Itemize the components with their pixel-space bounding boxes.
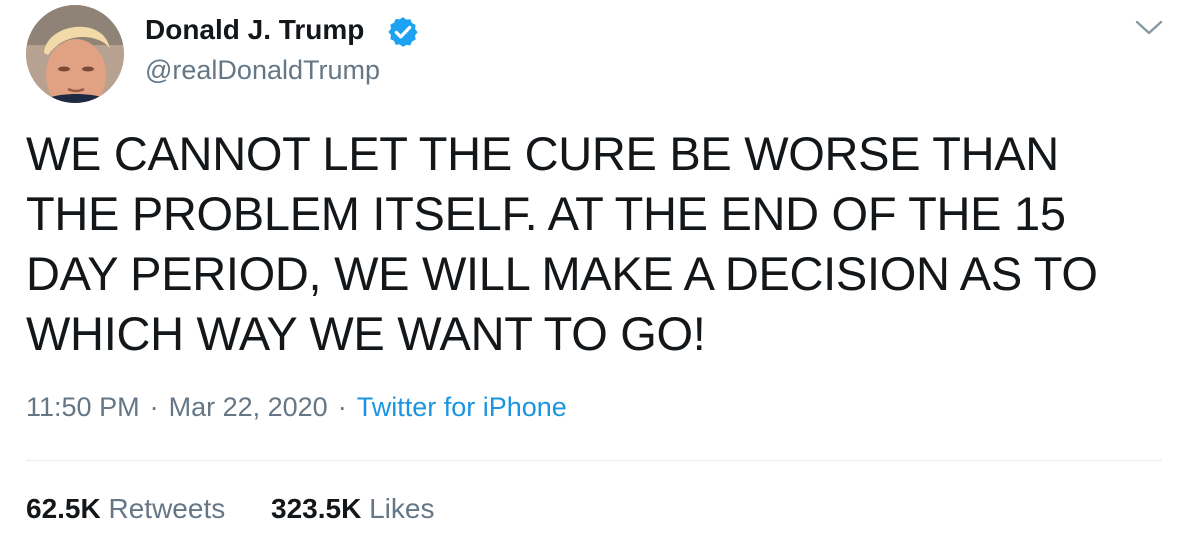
retweets-label: Retweets [108,493,226,524]
likes-stat[interactable]: 323.5K Likes [271,493,434,525]
tweet-meta: 11:50 PM · Mar 22, 2020 · Twitter for iPhone [26,392,567,423]
avatar-image [26,5,124,103]
divider [26,460,1162,461]
user-handle[interactable]: @realDonaldTrump [145,55,380,86]
verified-badge-icon [388,17,418,47]
meta-separator: · [337,392,347,422]
retweets-count: 62.5K [26,493,101,524]
tweet-card: Donald J. Trump @realDonaldTrump WE CANN… [0,0,1180,546]
likes-label: Likes [369,493,435,524]
tweet-date[interactable]: Mar 22, 2020 [169,392,328,422]
tweet-time[interactable]: 11:50 PM [26,392,140,422]
tweet-stats: 62.5K Retweets 323.5K Likes [26,493,472,525]
tweet-text: WE CANNOT LET THE CURE BE WORSE THAN THE… [26,127,1098,360]
chevron-down-icon[interactable] [1134,17,1164,39]
tweet-source-link[interactable]: Twitter for iPhone [357,392,567,422]
likes-count: 323.5K [271,493,362,524]
retweets-stat[interactable]: 62.5K Retweets [26,493,225,525]
display-name[interactable]: Donald J. Trump [145,14,364,46]
avatar[interactable] [26,5,124,103]
meta-separator: · [149,392,159,422]
